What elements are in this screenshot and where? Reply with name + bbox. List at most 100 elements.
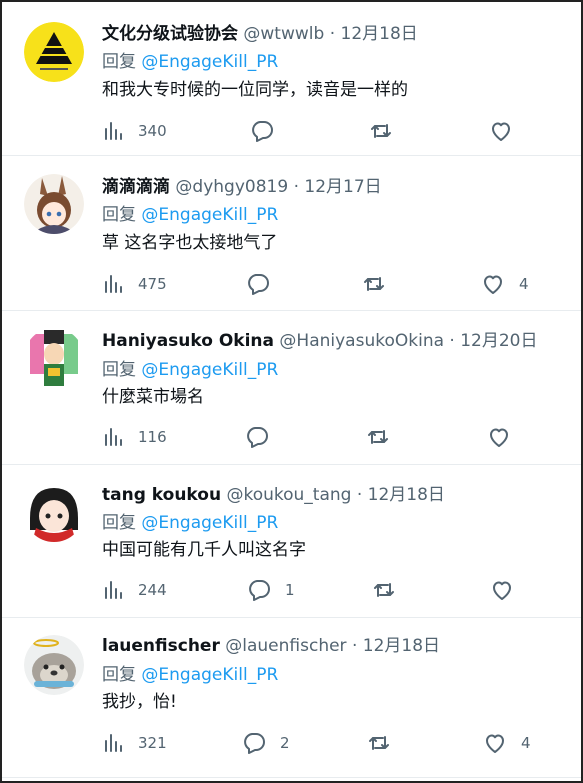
heart-icon [486,734,504,753]
mention-link[interactable]: @EngageKill_PR [141,513,278,533]
mention-link[interactable]: @EngageKill_PR [141,205,278,225]
display-name[interactable]: 滴滴滴滴 [102,177,170,197]
separator: · [449,331,455,351]
views-count: 340 [138,122,167,140]
tweet-header: tang koukou @koukou_tang · 12月18日 [102,484,445,506]
bar-chart-icon [105,122,122,140]
timestamp[interactable]: 12月20日 [460,331,537,351]
reply-count: 2 [280,734,290,752]
action-bar: 116 [2,425,581,449]
reply-context: 回复 @EngageKill_PR [102,51,278,73]
tweet[interactable]: lauenfischer @lauenfischer · 12月18日 回复 @… [2,617,581,778]
user-handle[interactable]: @lauenfischer [225,636,346,656]
speech-bubble-icon [247,427,268,448]
speech-bubble-icon [244,733,265,754]
tweet[interactable]: tang koukou @koukou_tang · 12月18日 回复 @En… [2,464,581,618]
tweet-text: 什麼菜市場名 [102,387,204,407]
tweet-header: Haniyasuko Okina @HaniyasukoOkina · 12月2… [102,330,538,352]
retweet-button[interactable] [366,425,404,449]
bar-chart-icon [105,734,122,752]
reply-prefix: 回复 [102,205,136,225]
retweet-button[interactable] [367,731,405,755]
display-name[interactable]: 文化分级试验协会 [102,24,238,44]
views-button[interactable]: 116 [102,425,167,449]
views-button[interactable]: 244 [102,578,167,602]
user-handle[interactable]: @dyhgy0819 [175,177,288,197]
separator: · [293,177,299,197]
heart-icon [493,581,511,600]
display-name[interactable]: Haniyasuko Okina [102,331,274,351]
mention-link[interactable]: @EngageKill_PR [141,52,278,72]
tweet-text: 中国可能有几千人叫这名字 [102,540,306,560]
mention-link[interactable]: @EngageKill_PR [141,360,278,380]
views-button[interactable]: 321 [102,731,167,755]
reply-button[interactable] [250,119,288,143]
tweet-text: 和我大专时候的一位同学，读音是一样的 [102,80,408,100]
timestamp[interactable]: 12月18日 [363,636,440,656]
tweet-header: 文化分级试验协会 @wtwwlb · 12月18日 [102,23,418,45]
reply-prefix: 回复 [102,52,136,72]
tweet-text: 草 这名字也太接地气了 [102,233,278,253]
display-name[interactable]: lauenfischer [102,636,220,656]
bar-chart-icon [105,428,122,446]
reply-context: 回复 @EngageKill_PR [102,204,278,226]
reply-count: 1 [285,581,295,599]
timestamp[interactable]: 12月18日 [368,485,445,505]
retweet-button[interactable] [362,272,400,296]
reply-prefix: 回复 [102,665,136,685]
tweet[interactable]: Haniyasuko Okina @HaniyasukoOkina · 12月2… [2,310,581,465]
speech-bubble-icon [248,274,269,295]
action-bar: 321 2 4 [2,731,581,755]
timestamp[interactable]: 12月17日 [304,177,381,197]
tweet-text: 我抄，怡! [102,692,177,712]
retweet-button[interactable] [369,119,407,143]
reply-button[interactable] [246,272,284,296]
heart-icon [490,428,508,447]
mention-link[interactable]: @EngageKill_PR [141,665,278,685]
bar-chart-icon [105,275,122,293]
separator: · [329,24,336,44]
retweet-icon [371,124,391,138]
reply-prefix: 回复 [102,513,136,533]
avatar[interactable] [24,174,84,234]
heart-icon [492,122,510,141]
views-button[interactable]: 475 [102,272,167,296]
reply-button[interactable]: 2 [242,731,290,755]
retweet-icon [369,736,389,750]
timestamp[interactable]: 12月18日 [341,24,418,44]
reply-button[interactable] [245,425,283,449]
action-bar: 340 [2,119,581,143]
like-button[interactable] [487,425,525,449]
reply-context: 回复 @EngageKill_PR [102,512,278,534]
views-count: 244 [138,581,167,599]
tweet[interactable]: 滴滴滴滴 @dyhgy0819 · 12月17日 回复 @EngageKill_… [2,155,581,311]
reply-button[interactable]: 1 [247,578,295,602]
speech-bubble-icon [252,121,273,142]
reply-context: 回复 @EngageKill_PR [102,359,278,381]
reply-thread: 文化分级试验协会 @wtwwlb · 12月18日 回复 @EngageKill… [0,0,583,783]
user-handle[interactable]: @wtwwlb [243,24,324,44]
display-name[interactable]: tang koukou [102,485,221,505]
avatar[interactable] [24,328,84,388]
reply-context: 回复 @EngageKill_PR [102,664,278,686]
like-count: 4 [519,275,529,293]
avatar[interactable] [24,482,84,542]
user-handle[interactable]: @HaniyasukoOkina [279,331,444,351]
reply-prefix: 回复 [102,360,136,380]
like-button[interactable]: 4 [481,272,529,296]
views-count: 321 [138,734,167,752]
tweet[interactable]: 文化分级试验协会 @wtwwlb · 12月18日 回复 @EngageKill… [2,2,581,156]
like-button[interactable] [489,119,527,143]
retweet-icon [364,277,384,291]
retweet-icon [368,430,388,444]
action-bar: 244 1 [2,578,581,602]
like-button[interactable] [490,578,528,602]
avatar[interactable] [24,635,84,695]
user-handle[interactable]: @koukou_tang [226,485,351,505]
like-button[interactable]: 4 [483,731,531,755]
separator: · [351,636,358,656]
views-button[interactable]: 340 [102,119,167,143]
like-count: 4 [521,734,531,752]
retweet-button[interactable] [372,578,410,602]
avatar[interactable] [24,22,84,82]
